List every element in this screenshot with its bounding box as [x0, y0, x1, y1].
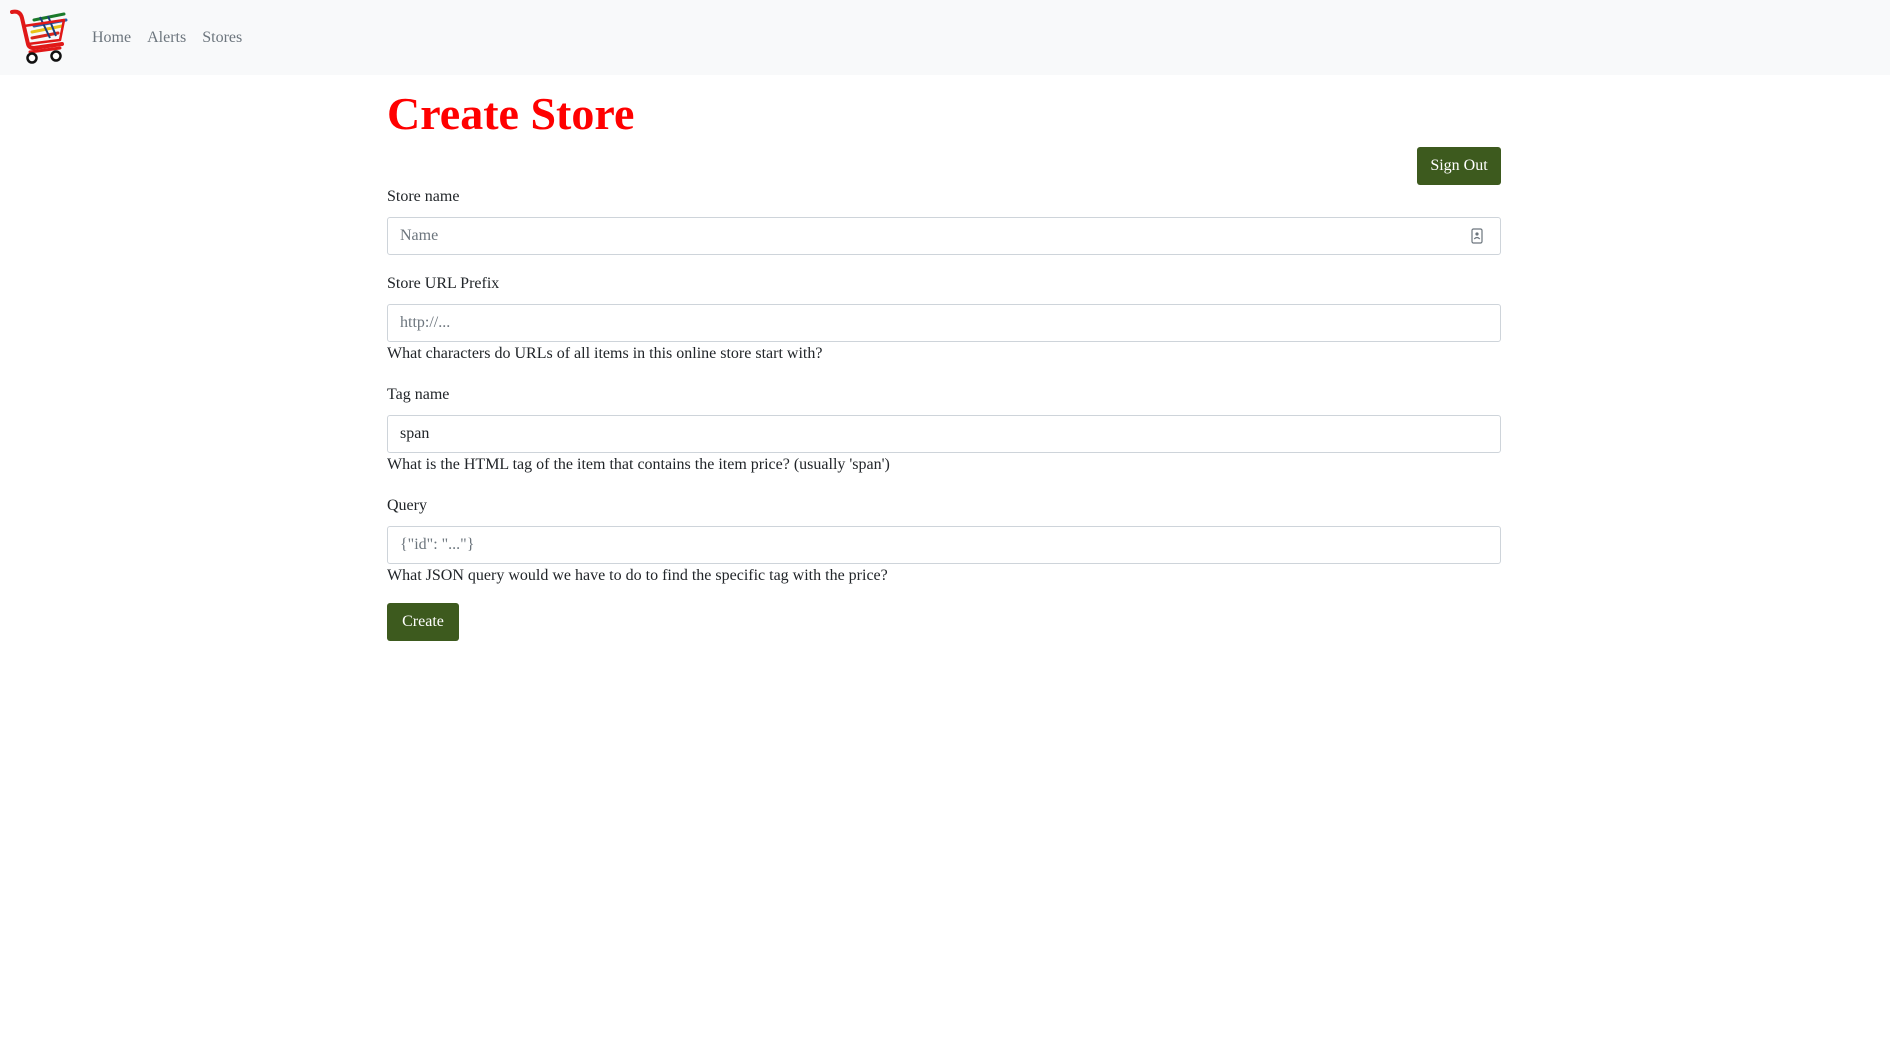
store-name-group: Store name — [387, 187, 1501, 255]
url-prefix-label: Store URL Prefix — [387, 275, 500, 292]
nav-link-alerts[interactable]: Alerts — [147, 29, 186, 47]
create-button[interactable]: Create — [387, 603, 459, 641]
shopping-cart-logo-icon[interactable] — [10, 8, 70, 66]
top-navbar: Home Alerts Stores — [0, 0, 1890, 75]
url-prefix-group: Store URL Prefix What characters do URLs… — [387, 274, 1501, 362]
tag-name-help: What is the HTML tag of the item that co… — [387, 456, 890, 473]
nav-links: Home Alerts Stores — [92, 0, 242, 75]
store-name-input[interactable] — [387, 217, 1501, 255]
autofill-contact-icon[interactable] — [1471, 228, 1483, 244]
tag-name-input[interactable] — [387, 415, 1501, 453]
query-group: Query What JSON query would we have to d… — [387, 496, 1501, 584]
query-help: What JSON query would we have to do to f… — [387, 567, 888, 584]
query-input[interactable] — [387, 526, 1501, 564]
query-label: Query — [387, 497, 427, 514]
url-prefix-input[interactable] — [387, 304, 1501, 342]
nav-link-stores[interactable]: Stores — [202, 29, 242, 47]
store-name-label: Store name — [387, 188, 460, 205]
page-title: Create Store — [387, 88, 635, 139]
nav-link-home[interactable]: Home — [92, 29, 131, 47]
url-prefix-help: What characters do URLs of all items in … — [387, 345, 823, 362]
tag-name-group: Tag name What is the HTML tag of the ite… — [387, 385, 1501, 473]
sign-out-button[interactable]: Sign Out — [1417, 147, 1501, 185]
tag-name-label: Tag name — [387, 386, 450, 403]
